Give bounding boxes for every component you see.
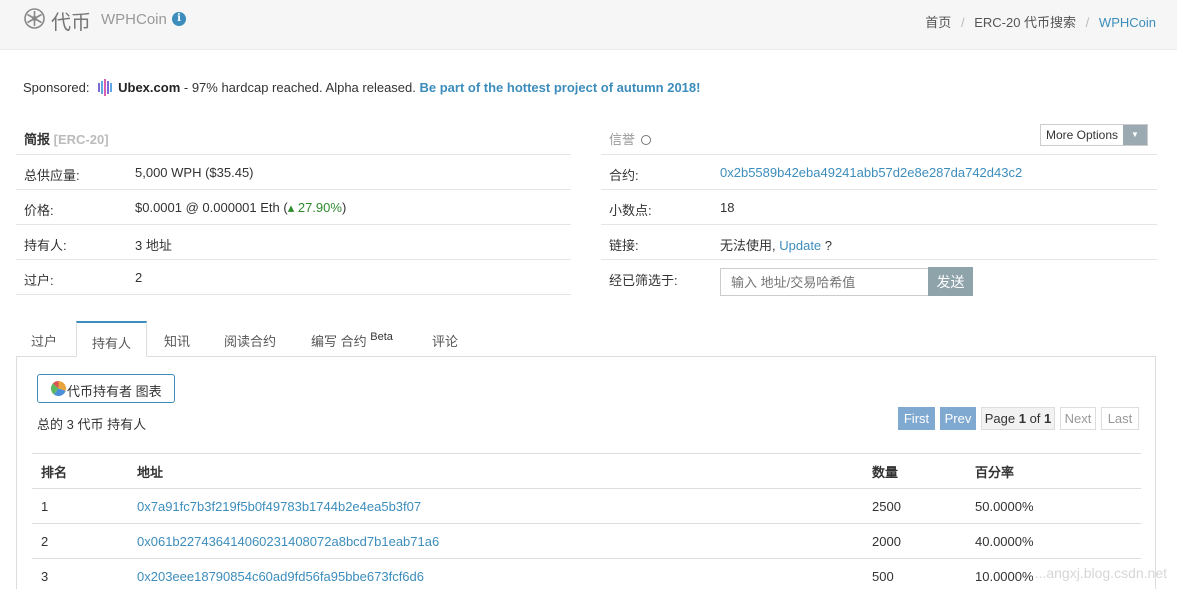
tab-info[interactable]: 知讯 <box>164 321 190 357</box>
tab-bar: 过户 持有人 知讯 阅读合约 编写 合约 Beta 评论 <box>16 321 1156 357</box>
token-logo-icon <box>24 8 45 29</box>
links-label: 链接: <box>609 238 639 253</box>
page-header: 代币 WPHCoin i 首页 / ERC-20 代币搜索 / WPHCoin <box>0 0 1177 50</box>
next-page-button[interactable]: Next <box>1060 407 1096 430</box>
column-header-rank: 排名 <box>32 453 128 489</box>
token-standard-tag: [ERC-20] <box>53 132 109 147</box>
holder-address-link[interactable]: 0x7a91fc7b3f219f5b0f49783b1744b2e4ea5b3f… <box>137 499 421 514</box>
price-change: 27.90% <box>297 200 342 215</box>
page-indicator: Page 1 of 1 <box>981 407 1055 430</box>
holders-summary: 总的 3 代币 持有人 <box>37 417 147 432</box>
sponsored-label: Sponsored: <box>23 80 90 95</box>
overview-header: 简报 [ERC-20] <box>16 120 571 155</box>
contract-address-link[interactable]: 0x2b5589b42eba49241abb57d2e8e287da742d43… <box>720 165 1022 180</box>
holders-value: 3 地址 <box>135 238 172 253</box>
quantity-cell: 2500 <box>863 488 966 524</box>
breadcrumb-separator: / <box>1085 15 1090 30</box>
holders-tab-content: 代币持有者 图表 总的 3 代币 持有人 First Prev Page 1 o… <box>16 357 1156 589</box>
holder-address-link[interactable]: 0x061b227436414060231408072a8bcd7b1eab71… <box>137 534 439 549</box>
decimals-label: 小数点: <box>609 203 652 218</box>
breadcrumb: 首页 / ERC-20 代币搜索 / WPHCoin <box>925 12 1156 31</box>
sponsor-cta-link[interactable]: Be part of the hottest project of autumn… <box>419 80 700 95</box>
overview-panel: 简报 [ERC-20] 总供应量: 5,000 WPH ($35.45) 价格:… <box>16 120 571 295</box>
total-supply-label: 总供应量: <box>24 168 80 183</box>
holders-label: 持有人: <box>24 238 67 253</box>
tab-comments[interactable]: 评论 <box>432 321 458 357</box>
more-options-button[interactable]: More Options ▼ <box>1040 124 1148 146</box>
transfers-row: 过户: 2 <box>16 260 571 295</box>
sponsored-banner: Sponsored: Ubex.com - 97% hardcap reache… <box>23 78 700 97</box>
breadcrumb-current: WPHCoin <box>1098 15 1156 30</box>
rank-cell: 2 <box>32 523 128 559</box>
contract-row: 合约: 0x2b5589b42eba49241abb57d2e8e287da74… <box>601 155 1157 190</box>
pie-chart-icon <box>51 381 66 396</box>
pagination: First Prev Page 1 of 1 Next Last <box>898 407 1139 430</box>
holder-address-link[interactable]: 0x203eee18790854c60ad9fd56fa95bbe673fcf6… <box>137 569 424 584</box>
tab-write-contract[interactable]: 编写 合约 Beta <box>311 321 393 357</box>
breadcrumb-separator: / <box>960 15 965 30</box>
price-up-icon: ▴ <box>287 200 298 215</box>
price-label: 价格: <box>24 203 54 218</box>
total-supply-row: 总供应量: 5,000 WPH ($35.45) <box>16 155 571 190</box>
decimals-row: 小数点: 18 <box>601 190 1157 225</box>
quantity-cell: 500 <box>863 558 966 589</box>
tab-read-contract[interactable]: 阅读合约 <box>224 321 276 357</box>
reputation-circle-icon[interactable] <box>640 135 651 145</box>
holders-table: 排名 地址 数量 百分率 1 0x7a91fc7b3f219f5b0f49783… <box>32 453 1141 589</box>
filter-address-input[interactable] <box>720 268 929 296</box>
filter-submit-button[interactable]: 发送 <box>928 267 973 296</box>
rank-cell: 1 <box>32 488 128 524</box>
links-value: 无法使用, Update ? <box>720 238 832 253</box>
price-row: 价格: $0.0001 @ 0.000001 Eth (▴ 27.90%) <box>16 190 571 225</box>
profile-panel: 信誉 More Options ▼ 合约: 0x2b5589b42eba4924… <box>601 120 1157 300</box>
table-row: 1 0x7a91fc7b3f219f5b0f49783b1744b2e4ea5b… <box>32 488 1141 524</box>
token-holders-chart-button[interactable]: 代币持有者 图表 <box>37 374 175 403</box>
tab-transfers[interactable]: 过户 <box>31 321 57 357</box>
holders-row: 持有人: 3 地址 <box>16 225 571 260</box>
links-row: 链接: 无法使用, Update ? <box>601 225 1157 260</box>
table-header-row: 排名 地址 数量 百分率 <box>32 453 1141 489</box>
transfers-label: 过户: <box>24 273 54 288</box>
info-icon[interactable]: i <box>172 12 186 26</box>
beta-badge: Beta <box>370 331 393 343</box>
percentage-cell: 40.0000% <box>966 523 1141 559</box>
total-supply-value: 5,000 WPH ($35.45) <box>135 165 254 180</box>
breadcrumb-token-search[interactable]: ERC-20 代币搜索 <box>974 15 1076 30</box>
table-row: 2 0x061b227436414060231408072a8bcd7b1eab… <box>32 523 1141 559</box>
column-header-address: 地址 <box>128 453 863 489</box>
decimals-value: 18 <box>720 200 735 215</box>
watermark: ...angxj.blog.csdn.net <box>1034 565 1167 581</box>
last-page-button[interactable]: Last <box>1101 407 1139 430</box>
percentage-cell: 50.0000% <box>966 488 1141 524</box>
reputation-label: 信誉 <box>609 132 636 147</box>
tab-holders[interactable]: 持有人 <box>76 321 147 357</box>
first-page-button[interactable]: First <box>898 407 935 430</box>
prev-page-button[interactable]: Prev <box>940 407 976 430</box>
price-value: $0.0001 @ 0.000001 Eth (▴ 27.90%) <box>135 200 347 215</box>
table-row: 3 0x203eee18790854c60ad9fd56fa95bbe673fc… <box>32 558 1141 589</box>
overview-heading: 简报 <box>24 132 51 147</box>
sponsor-text: - 97% hardcap reached. Alpha released. <box>180 80 420 95</box>
token-name: WPHCoin <box>101 11 167 28</box>
ubex-logo-icon <box>98 79 113 96</box>
update-link[interactable]: Update <box>779 238 821 253</box>
filter-label: 经已筛选于: <box>609 273 678 288</box>
page-title: 代币 <box>51 12 91 34</box>
breadcrumb-home[interactable]: 首页 <box>925 15 951 30</box>
sponsor-brand[interactable]: Ubex.com <box>118 80 180 95</box>
chevron-down-icon: ▼ <box>1123 125 1147 145</box>
transfers-value: 2 <box>135 270 143 285</box>
quantity-cell: 2000 <box>863 523 966 559</box>
rank-cell: 3 <box>32 558 128 589</box>
profile-header: 信誉 More Options ▼ <box>601 120 1157 155</box>
column-header-quantity: 数量 <box>863 453 966 489</box>
column-header-percentage: 百分率 <box>966 453 1141 489</box>
contract-label: 合约: <box>609 168 639 183</box>
